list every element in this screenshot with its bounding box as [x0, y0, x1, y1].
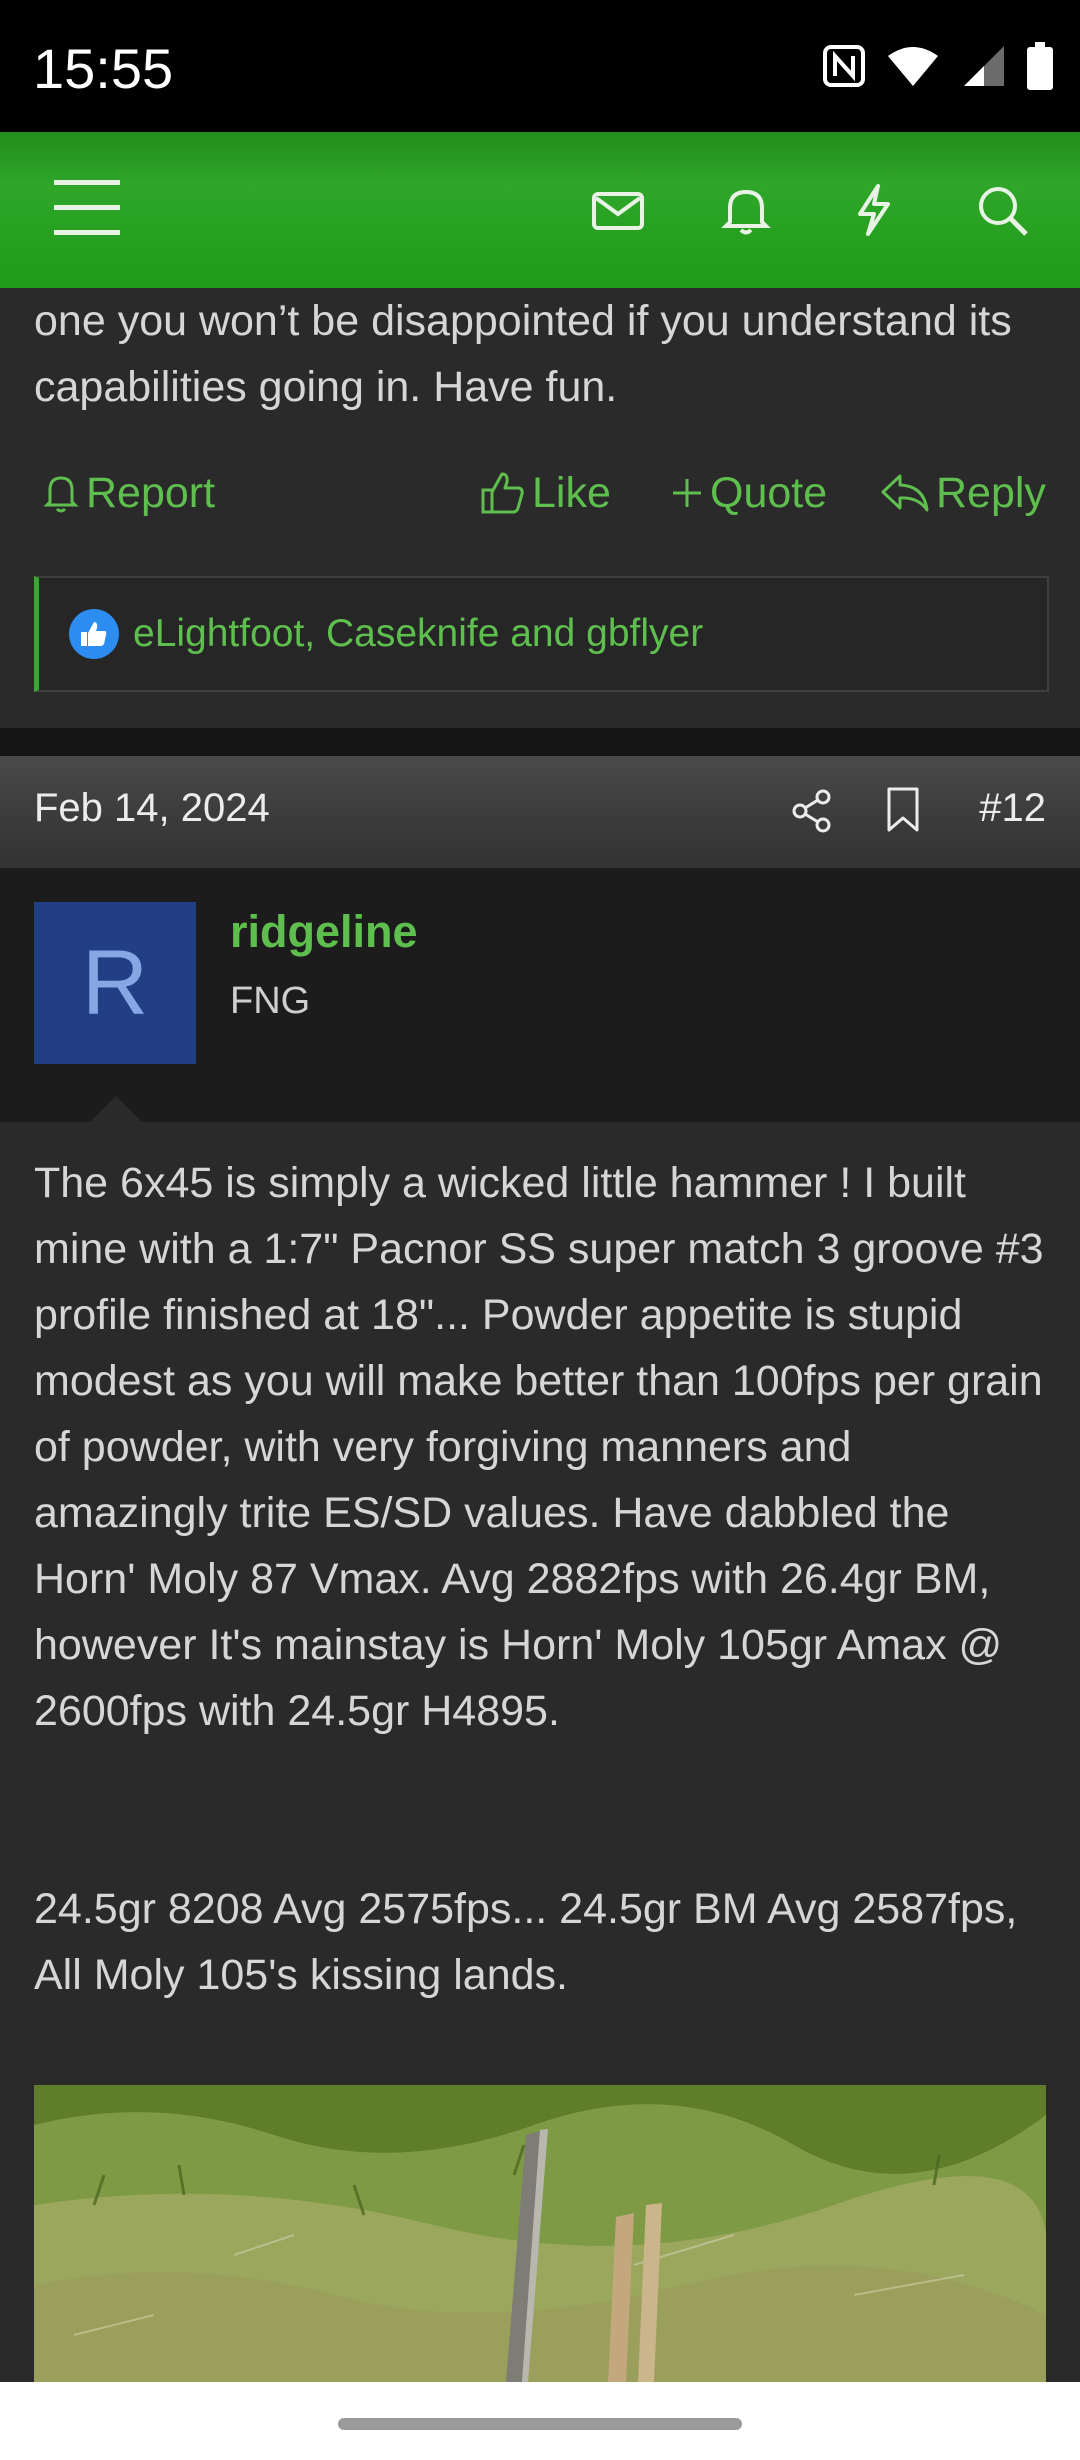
report-button[interactable]: Report	[42, 458, 215, 528]
like-reaction-icon	[69, 609, 119, 659]
reactions-bar[interactable]: eLightfoot, Caseknife and gbflyer	[34, 576, 1049, 692]
status-icons	[822, 42, 1054, 90]
inbox-icon[interactable]	[588, 180, 648, 240]
app-header	[0, 132, 1080, 288]
post-paragraph: The 6x45 is simply a wicked little hamme…	[34, 1159, 1044, 1735]
reactions-users[interactable]: eLightfoot, Caseknife and gbflyer	[133, 612, 703, 656]
search-icon[interactable]	[972, 180, 1032, 240]
username[interactable]: ridgeline	[230, 906, 418, 958]
message-notch	[90, 1096, 142, 1122]
post-header: Feb 14, 2024 #12	[0, 756, 1080, 870]
bell-outline-icon	[42, 472, 80, 514]
post-number[interactable]: #12	[979, 786, 1046, 831]
battery-icon	[1026, 42, 1054, 90]
user-block: R ridgeline FNG	[0, 868, 1080, 1124]
reply-label: Reply	[936, 468, 1046, 517]
post-paragraph: 24.5gr 8208 Avg 2575fps... 24.5gr BM Avg…	[34, 1885, 1018, 1999]
status-bar: 15:55	[0, 0, 1080, 132]
signal-icon	[960, 44, 1006, 88]
like-button[interactable]: Like	[480, 458, 611, 528]
like-label: Like	[532, 468, 611, 517]
status-time: 15:55	[33, 37, 174, 100]
bookmark-icon[interactable]	[884, 786, 922, 834]
user-title: FNG	[230, 980, 311, 1022]
post-date[interactable]: Feb 14, 2024	[34, 786, 270, 831]
report-label: Report	[86, 468, 216, 517]
share-icon[interactable]	[790, 788, 834, 834]
thumbs-up-icon	[480, 470, 526, 516]
wifi-icon	[886, 44, 940, 88]
plus-icon	[670, 476, 704, 510]
menu-icon[interactable]	[52, 174, 122, 242]
navigation-bar	[0, 2382, 1080, 2460]
home-gesture-handle[interactable]	[338, 2418, 742, 2430]
post-actions: Report Like Quote Reply	[34, 458, 1046, 528]
post-image[interactable]	[34, 2085, 1046, 2382]
post-body: The 6x45 is simply a wicked little hamme…	[0, 1122, 1080, 2382]
nfc-icon	[822, 44, 866, 88]
avatar-letter: R	[81, 931, 149, 1034]
reply-icon	[880, 472, 930, 514]
post-separator	[0, 728, 1080, 756]
quote-button[interactable]: Quote	[670, 458, 827, 528]
reply-button[interactable]: Reply	[880, 458, 1046, 528]
bell-icon[interactable]	[716, 180, 776, 240]
avatar[interactable]: R	[34, 902, 196, 1064]
previous-post: one you won’t be disappointed if you und…	[0, 288, 1080, 728]
quote-label: Quote	[710, 468, 828, 517]
previous-post-text: one you won’t be disappointed if you und…	[34, 297, 1012, 411]
lightning-icon[interactable]	[844, 180, 904, 240]
